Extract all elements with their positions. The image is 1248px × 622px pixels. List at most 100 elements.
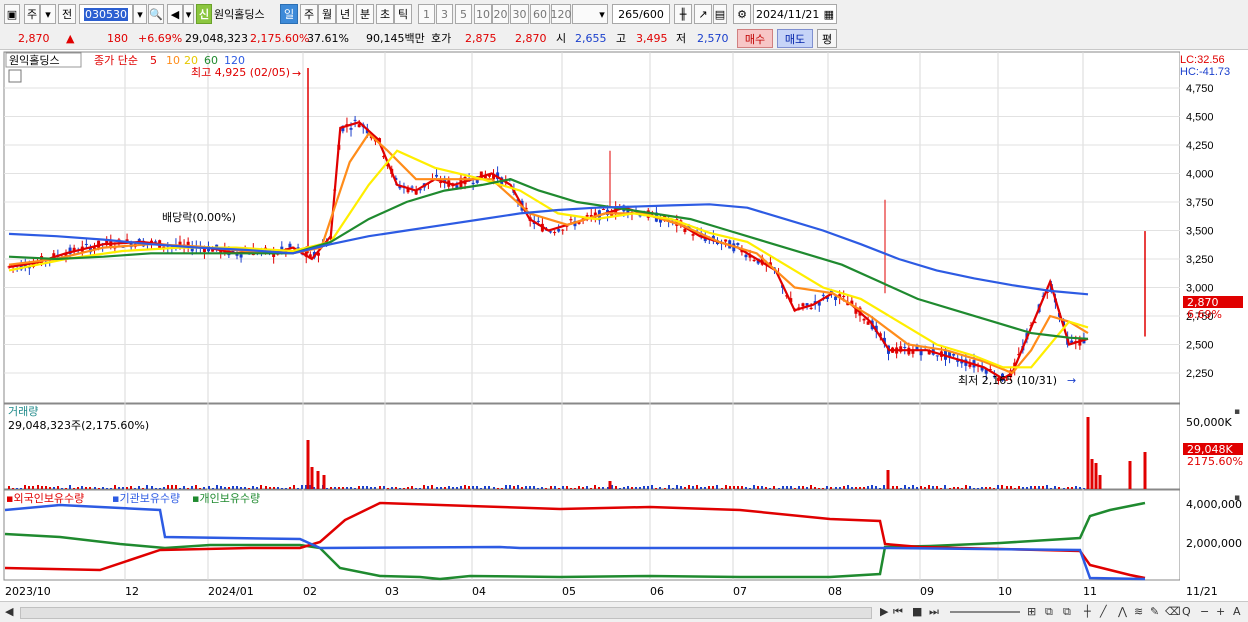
font-size-button[interactable]: A <box>1233 605 1241 619</box>
eraser-icon[interactable]: ⌫ <box>1165 605 1181 619</box>
volume-bar <box>1042 486 1044 489</box>
volume-bar <box>741 486 743 489</box>
layout-icon[interactable]: ⊞ <box>1027 605 1036 619</box>
sell-button[interactable]: 매도 <box>777 29 813 48</box>
volume-bar <box>366 486 368 489</box>
volume-panel-close-icon: ▪ <box>1234 407 1240 417</box>
holding-tick-label: 2,000,000 <box>1186 537 1242 550</box>
volume-bar <box>509 485 511 489</box>
horizontal-scrollbar[interactable] <box>20 607 872 619</box>
interval-dropdown-icon[interactable]: ▾ <box>595 4 609 24</box>
volume-bar <box>456 487 458 489</box>
scroll-right-icon[interactable]: ▶ <box>880 605 888 619</box>
speaker-dropdown-icon[interactable]: ▾ <box>183 4 194 24</box>
menu-icon[interactable]: ▣ <box>4 4 20 24</box>
volume-bar <box>212 488 214 489</box>
eval-button[interactable]: 평 <box>817 29 837 48</box>
window-icon[interactable]: ⧉ <box>1045 605 1053 619</box>
interval-button-5[interactable]: 5 <box>455 4 472 24</box>
volume-bar <box>782 486 784 489</box>
volume-current-pct: 2175.60% <box>1187 455 1243 468</box>
ma-legend-period: 10 <box>166 54 180 67</box>
volume-bar <box>106 488 108 489</box>
zoom-out-button[interactable]: − <box>1200 605 1209 619</box>
price-tick-label: 2,250 <box>1186 368 1214 380</box>
fast-forward-icon[interactable]: ⏭ <box>929 605 939 619</box>
period-tab-5[interactable]: 초 <box>376 4 394 24</box>
volume-bar <box>146 485 148 489</box>
fibo-icon[interactable]: ≋ <box>1134 605 1143 619</box>
copy-icon[interactable]: ⧉ <box>1063 605 1071 619</box>
volume-bar <box>594 485 596 489</box>
settings-gear-icon[interactable]: ⚙ <box>733 4 751 24</box>
stock-code-input[interactable]: 030530 <box>79 4 133 24</box>
interval-button-10[interactable]: 10 <box>474 4 492 24</box>
volume-bar <box>541 487 543 489</box>
interval-button-30[interactable]: 30 <box>510 4 529 24</box>
volume-bar <box>330 487 332 489</box>
volume-bar <box>301 485 303 489</box>
x-axis-label: 12 <box>125 585 139 598</box>
price-tick-label: 3,500 <box>1186 226 1214 238</box>
calendar-icon[interactable]: ▦ <box>824 8 834 21</box>
draw-tool-icon[interactable]: ↗ <box>694 4 712 24</box>
volume-bar-spike <box>316 471 320 489</box>
volume-bar <box>912 485 914 489</box>
volume-bar <box>659 487 661 489</box>
save-icon[interactable]: ▤ <box>713 4 727 24</box>
period-tab-4[interactable]: 분 <box>356 4 374 24</box>
crosshair-icon[interactable]: ┼ <box>1084 605 1091 619</box>
candle-body <box>349 128 353 130</box>
period-tab-1[interactable]: 주 <box>300 4 318 24</box>
scroll-left-icon[interactable]: ◀ <box>5 605 13 619</box>
interval-button-3[interactable]: 3 <box>436 4 453 24</box>
period-tab-6[interactable]: 틱 <box>394 4 412 24</box>
volume-bar <box>879 488 881 489</box>
x-axis-label: 08 <box>828 585 842 598</box>
pencil-icon[interactable]: ✎ <box>1150 605 1159 619</box>
interval-button-120[interactable]: 120 <box>551 4 572 24</box>
period-tab-2[interactable]: 월 <box>318 4 336 24</box>
search-icon[interactable]: 🔍 <box>148 4 164 24</box>
holding-panel <box>3 489 1181 581</box>
volume-bar <box>98 488 100 489</box>
buy-button[interactable]: 매수 <box>737 29 773 48</box>
volume-bar <box>953 487 955 489</box>
rewind-icon[interactable]: ⏮ <box>893 605 903 619</box>
high-price: 3,495 <box>636 32 668 45</box>
interval-button-20[interactable]: 20 <box>492 4 509 24</box>
market-select[interactable]: 주 <box>24 4 40 24</box>
count-field[interactable]: 265/600 <box>612 4 670 24</box>
price-change: 180 <box>107 32 128 45</box>
volume-bar-spike <box>1086 417 1090 489</box>
candle-body <box>288 243 292 248</box>
zigzag-icon[interactable]: ⋀ <box>1118 605 1127 619</box>
code-dropdown-icon[interactable]: ▾ <box>133 4 147 24</box>
volume-bar <box>273 487 275 489</box>
period-tab-3[interactable]: 년 <box>336 4 354 24</box>
speaker-icon[interactable]: ◀ <box>167 4 183 24</box>
volume-bar <box>855 487 857 489</box>
stop-icon[interactable]: ■ <box>912 605 922 619</box>
period-tab-0[interactable]: 일 <box>280 4 298 24</box>
volume-bar <box>175 485 177 489</box>
market-dropdown-icon[interactable]: ▾ <box>40 4 56 24</box>
prev-button[interactable]: 전 <box>58 4 76 24</box>
candle-type-icon[interactable]: ╫ <box>674 4 692 24</box>
date-field[interactable]: 2024/11/21 ▦ <box>753 4 837 24</box>
candle-body <box>683 228 687 233</box>
volume-bar <box>334 487 336 489</box>
stock-chart[interactable]: 4,750 4,500 4,250 4,000 3,750 3,500 3,250 3,000… <box>0 50 1248 601</box>
zoom-search-icon[interactable]: Q <box>1182 605 1191 619</box>
zoom-slider[interactable] <box>950 611 1020 613</box>
candle-body <box>536 220 540 222</box>
volume-bar <box>134 488 136 489</box>
volume-bar <box>326 488 328 489</box>
volume-bar <box>191 486 193 489</box>
volume-bar <box>1026 487 1028 489</box>
trendline-icon[interactable]: ╱ <box>1100 605 1107 619</box>
interval-button-60[interactable]: 60 <box>530 4 550 24</box>
interval-button-1[interactable]: 1 <box>418 4 435 24</box>
volume-bar <box>12 488 14 489</box>
zoom-in-button[interactable]: + <box>1216 605 1225 619</box>
